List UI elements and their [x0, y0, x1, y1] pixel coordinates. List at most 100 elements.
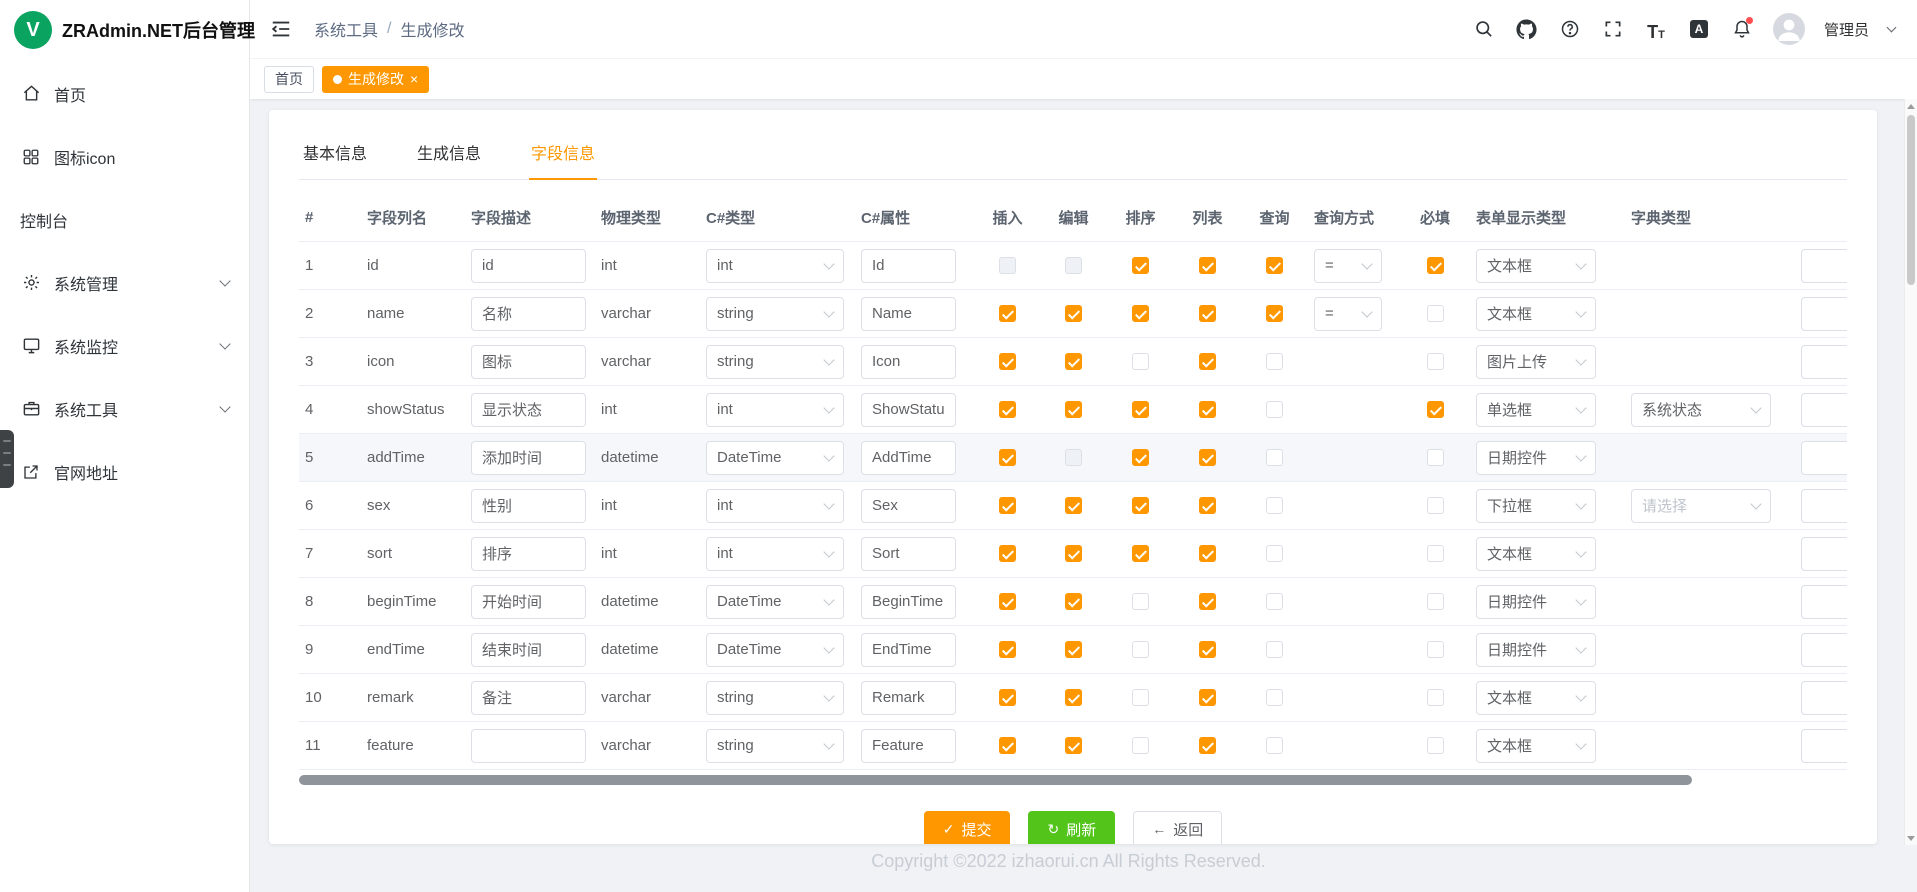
display-type-select[interactable]: 图片上传 — [1476, 345, 1596, 379]
display-type-select[interactable]: 文本框 — [1476, 537, 1596, 571]
user-name[interactable]: 管理员 — [1824, 19, 1869, 40]
checkbox-required[interactable] — [1427, 305, 1444, 322]
help-icon[interactable] — [1558, 17, 1582, 41]
checkbox-required[interactable] — [1427, 737, 1444, 754]
csharp-prop-input[interactable] — [861, 297, 956, 331]
checkbox-required[interactable] — [1427, 593, 1444, 610]
language-icon[interactable]: A — [1687, 17, 1711, 41]
checkbox-edit[interactable] — [1065, 401, 1082, 418]
checkbox-query[interactable] — [1266, 545, 1283, 562]
vertical-scrollbar[interactable] — [1904, 99, 1917, 845]
tab-field-info[interactable]: 字段信息 — [529, 134, 597, 179]
column-desc-input[interactable] — [471, 489, 586, 523]
display-type-select[interactable]: 文本框 — [1476, 681, 1596, 715]
checkbox-query[interactable] — [1266, 737, 1283, 754]
checkbox-query[interactable] — [1266, 497, 1283, 514]
display-type-select[interactable]: 文本框 — [1476, 249, 1596, 283]
chevron-down-icon[interactable] — [1887, 23, 1897, 33]
extra-input[interactable] — [1801, 729, 1847, 763]
checkbox-edit[interactable] — [1065, 449, 1082, 466]
column-desc-input[interactable] — [471, 729, 586, 763]
extra-input[interactable] — [1801, 297, 1847, 331]
display-type-select[interactable]: 日期控件 — [1476, 633, 1596, 667]
csharp-prop-input[interactable] — [861, 345, 956, 379]
checkbox-edit[interactable] — [1065, 593, 1082, 610]
checkbox-list[interactable] — [1199, 593, 1216, 610]
fullscreen-icon[interactable] — [1601, 17, 1625, 41]
checkbox-required[interactable] — [1427, 497, 1444, 514]
checkbox-sort[interactable] — [1132, 545, 1149, 562]
tab-basic-info[interactable]: 基本信息 — [301, 134, 369, 179]
csharp-type-select[interactable]: string — [706, 729, 844, 763]
checkbox-list[interactable] — [1199, 545, 1216, 562]
csharp-type-select[interactable]: DateTime — [706, 441, 844, 475]
checkbox-sort[interactable] — [1132, 641, 1149, 658]
checkbox-insert[interactable] — [999, 353, 1016, 370]
checkbox-sort[interactable] — [1132, 257, 1149, 274]
checkbox-edit[interactable] — [1065, 737, 1082, 754]
checkbox-edit[interactable] — [1065, 305, 1082, 322]
csharp-type-select[interactable]: int — [706, 489, 844, 523]
extra-input[interactable] — [1801, 537, 1847, 571]
checkbox-edit[interactable] — [1065, 353, 1082, 370]
checkbox-list[interactable] — [1199, 737, 1216, 754]
csharp-prop-input[interactable] — [861, 441, 956, 475]
dict-type-select[interactable]: 系统状态 — [1631, 393, 1771, 427]
column-desc-input[interactable] — [471, 393, 586, 427]
sidebar-item-system-monitor[interactable]: 系统监控 — [0, 314, 249, 377]
checkbox-required[interactable] — [1427, 257, 1444, 274]
scroll-up-arrow[interactable] — [1905, 99, 1917, 113]
column-desc-input[interactable] — [471, 297, 586, 331]
display-type-select[interactable]: 日期控件 — [1476, 441, 1596, 475]
sidebar-item-home[interactable]: 首页 — [0, 62, 249, 125]
display-type-select[interactable]: 下拉框 — [1476, 489, 1596, 523]
checkbox-list[interactable] — [1199, 449, 1216, 466]
checkbox-insert[interactable] — [999, 497, 1016, 514]
checkbox-list[interactable] — [1199, 497, 1216, 514]
column-desc-input[interactable] — [471, 345, 586, 379]
checkbox-list[interactable] — [1199, 257, 1216, 274]
column-desc-input[interactable] — [471, 681, 586, 715]
display-type-select[interactable]: 文本框 — [1476, 297, 1596, 331]
display-type-select[interactable]: 日期控件 — [1476, 585, 1596, 619]
sidebar-fold-icon[interactable] — [268, 16, 294, 42]
checkbox-insert[interactable] — [999, 593, 1016, 610]
csharp-type-select[interactable]: string — [706, 345, 844, 379]
checkbox-sort[interactable] — [1132, 401, 1149, 418]
submit-button[interactable]: ✓ 提交 — [924, 811, 1011, 844]
checkbox-edit[interactable] — [1065, 545, 1082, 562]
checkbox-edit[interactable] — [1065, 257, 1082, 274]
column-desc-input[interactable] — [471, 585, 586, 619]
csharp-prop-input[interactable] — [861, 681, 956, 715]
checkbox-insert[interactable] — [999, 689, 1016, 706]
app-logo[interactable]: V ZRAdmin.NET后台管理 — [0, 0, 249, 60]
checkbox-sort[interactable] — [1132, 497, 1149, 514]
checkbox-required[interactable] — [1427, 353, 1444, 370]
checkbox-edit[interactable] — [1065, 689, 1082, 706]
display-type-select[interactable]: 单选框 — [1476, 393, 1596, 427]
extra-input[interactable] — [1801, 345, 1847, 379]
csharp-type-select[interactable]: int — [706, 393, 844, 427]
csharp-type-select[interactable]: int — [706, 249, 844, 283]
checkbox-required[interactable] — [1427, 689, 1444, 706]
horizontal-scrollbar-thumb[interactable] — [299, 775, 1692, 785]
bell-icon[interactable] — [1730, 17, 1754, 41]
checkbox-insert[interactable] — [999, 257, 1016, 274]
checkbox-insert[interactable] — [999, 305, 1016, 322]
column-desc-input[interactable] — [471, 441, 586, 475]
column-desc-input[interactable] — [471, 633, 586, 667]
checkbox-sort[interactable] — [1132, 689, 1149, 706]
github-icon[interactable] — [1515, 17, 1539, 41]
checkbox-query[interactable] — [1266, 401, 1283, 418]
checkbox-list[interactable] — [1199, 305, 1216, 322]
query-type-select[interactable]: = — [1314, 297, 1382, 331]
checkbox-list[interactable] — [1199, 689, 1216, 706]
tag-home[interactable]: 首页 — [264, 66, 314, 93]
vertical-scrollbar-thumb[interactable] — [1907, 115, 1915, 285]
refresh-button[interactable]: ↻ 刷新 — [1028, 811, 1115, 844]
extra-input[interactable] — [1801, 633, 1847, 667]
extra-input[interactable] — [1801, 393, 1847, 427]
checkbox-insert[interactable] — [999, 641, 1016, 658]
checkbox-insert[interactable] — [999, 737, 1016, 754]
checkbox-insert[interactable] — [999, 545, 1016, 562]
